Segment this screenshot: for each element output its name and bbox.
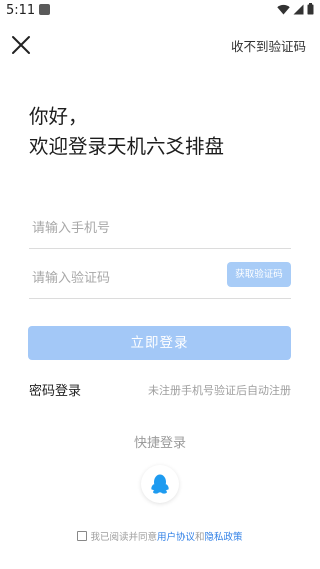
greeting-line-1: 你好， — [29, 105, 88, 128]
auto-register-note: 未注册手机号验证后自动注册 — [148, 384, 291, 397]
quick-login-title: 快捷登录 — [133, 436, 186, 451]
qq-login-button[interactable] — [141, 465, 179, 503]
status-bar: 5:11 — [0, 0, 320, 24]
close-icon — [12, 36, 30, 54]
agreement-prefix: 我已阅读并同意 — [90, 532, 157, 543]
login-screen: 5:11 收不到验证码 你好， 欢迎登录天机六爻排盘 请输入手机号 请输入验证码… — [0, 0, 320, 569]
agree-checkbox[interactable] — [77, 531, 88, 541]
privacy-policy-link[interactable]: 隐私政策 — [205, 529, 243, 543]
agreement-row: 我已阅读并同意 用户协议 和 隐私政策 — [0, 529, 320, 543]
no-code-link[interactable]: 收不到验证码 — [231, 36, 306, 55]
greeting: 你好， 欢迎登录天机六爻排盘 — [29, 102, 224, 162]
code-input[interactable] — [32, 266, 212, 290]
user-agreement-link[interactable]: 用户协议 — [157, 529, 195, 543]
phone-field — [29, 208, 291, 249]
phone-input[interactable] — [32, 216, 212, 240]
password-login-link[interactable]: 密码登录 — [29, 380, 81, 399]
wifi-icon — [277, 4, 290, 14]
close-button[interactable] — [10, 34, 32, 56]
notification-app-icon — [39, 4, 50, 15]
status-time: 5:11 — [6, 3, 36, 18]
status-indicators — [277, 3, 314, 15]
battery-icon — [307, 3, 314, 15]
login-button[interactable]: 立即登录 — [28, 326, 291, 360]
greeting-line-2: 欢迎登录天机六爻排盘 — [29, 135, 225, 158]
qq-penguin-icon — [151, 474, 169, 494]
signal-icon — [293, 4, 304, 14]
agreement-and: 和 — [195, 532, 205, 543]
code-field: 获取验证码 — [29, 258, 291, 299]
get-code-button[interactable]: 获取验证码 — [227, 262, 291, 287]
